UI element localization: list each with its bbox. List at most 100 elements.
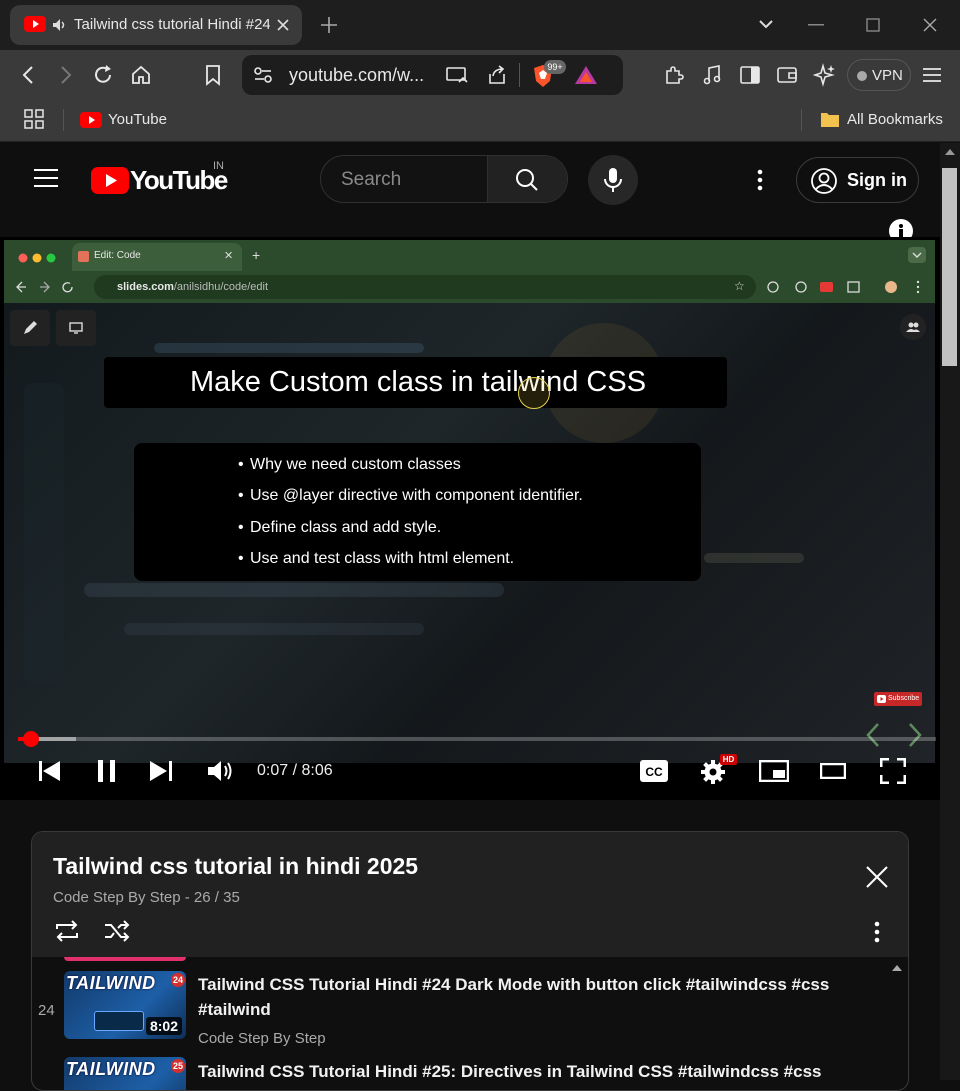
loop-playlist-icon[interactable] <box>53 919 81 943</box>
bookmark-icon[interactable] <box>204 64 222 86</box>
playlist-subtitle[interactable]: Code Step By Step - 26 / 35 <box>53 889 240 906</box>
guide-menu-icon[interactable] <box>33 168 59 188</box>
svg-text:CC: CC <box>645 765 663 779</box>
tab-title: Tailwind css tutorial Hindi #24 <box>74 16 270 33</box>
playlist-item[interactable]: 24 TAILWIND 24 8:02 Tailwind CSS Tutoria… <box>32 969 908 1049</box>
playlist-more-icon[interactable] <box>873 921 881 943</box>
tab-audio-icon[interactable] <box>51 17 67 33</box>
new-tab-icon[interactable] <box>320 16 338 34</box>
subscribe-label: Subscribe <box>888 695 920 702</box>
hd-badge: HD <box>720 754 737 765</box>
leo-ai-icon[interactable] <box>813 63 837 87</box>
close-playlist-icon[interactable] <box>865 865 889 889</box>
search-box[interactable]: Search <box>320 155 568 203</box>
slide-title-box: Make Custom class in tailwind CSS <box>104 357 727 408</box>
forward-icon[interactable] <box>58 66 74 84</box>
minimize-icon[interactable] <box>808 24 824 26</box>
theater-mode-icon[interactable] <box>820 763 846 779</box>
captions-icon[interactable]: CC <box>640 760 668 782</box>
search-button[interactable] <box>487 156 567 202</box>
playlist-item[interactable]: TAILWIND 25 Tailwind CSS Tutorial Hindi … <box>32 1057 908 1090</box>
search-input[interactable]: Search <box>341 169 401 191</box>
previous-video-icon[interactable] <box>39 761 61 781</box>
pause-icon[interactable] <box>97 760 117 782</box>
thumbnail-title: TAILWIND <box>66 1059 156 1079</box>
playlist-item-thumbnail[interactable]: TAILWIND 24 8:02 <box>64 971 186 1039</box>
settings-more-icon[interactable] <box>756 169 764 191</box>
progress-bar[interactable] <box>18 737 936 741</box>
shields-count-badge: 99+ <box>544 60 566 74</box>
next-video-icon[interactable] <box>150 761 172 781</box>
site-settings-icon[interactable] <box>253 66 273 84</box>
address-bar[interactable]: youtube.com/w... 99+ <box>242 55 623 95</box>
traffic-lights-icon <box>18 253 56 263</box>
menu-icon[interactable] <box>922 67 942 83</box>
video-player[interactable]: Edit: Code ✕ + slides.com/anilsidhu/code… <box>0 237 940 800</box>
inner-star-icon: ☆ <box>734 279 745 293</box>
playlist-item-thumbnail[interactable]: TAILWIND 25 <box>64 1057 186 1090</box>
url-text: youtube.com/w... <box>289 65 425 85</box>
browser-tab-bar: Tailwind css tutorial Hindi #24 <box>0 0 960 50</box>
volume-icon[interactable] <box>207 759 235 783</box>
fullscreen-icon[interactable] <box>880 758 906 784</box>
wallet-icon[interactable] <box>776 65 798 85</box>
time-display: 0:07 / 8:06 <box>257 762 333 779</box>
vpn-label: VPN <box>872 67 903 84</box>
window-close-icon[interactable] <box>923 18 937 32</box>
inner-nav-icons <box>16 281 73 293</box>
extensions-icon[interactable] <box>663 64 685 86</box>
vpn-button[interactable]: VPN <box>847 59 911 91</box>
slide-bullet: Use @layer directive with component iden… <box>238 487 583 505</box>
voice-search-button[interactable] <box>588 155 638 205</box>
playlist-item-title[interactable]: Tailwind CSS Tutorial Hindi #24 Dark Mod… <box>198 972 838 1022</box>
media-icon[interactable] <box>702 64 722 86</box>
maximize-icon[interactable] <box>866 18 880 32</box>
inner-tab-close-icon: ✕ <box>224 250 234 262</box>
scrollbar-thumb[interactable] <box>942 168 957 366</box>
inner-url-text: slides.com/anilsidhu/code/edit <box>117 281 269 293</box>
tab-search-chevron-icon[interactable] <box>758 18 774 30</box>
tab-close-icon[interactable] <box>276 18 290 32</box>
inner-tab-title: Edit: Code <box>94 250 141 261</box>
all-bookmarks-button[interactable]: All Bookmarks <box>820 110 945 132</box>
scroll-up-arrow-icon[interactable] <box>945 149 955 155</box>
back-icon[interactable] <box>20 66 36 84</box>
playlist-item-channel[interactable]: Code Step By Step <box>198 1030 326 1047</box>
subscribe-youtube-icon <box>877 695 886 703</box>
cast-icon[interactable] <box>445 65 469 85</box>
playlist-panel: Tailwind css tutorial in hindi 2025 Code… <box>31 831 909 1091</box>
home-icon[interactable] <box>130 64 152 86</box>
slide-present-icon <box>56 310 96 346</box>
shuffle-playlist-icon[interactable] <box>103 919 131 943</box>
browser-toolbar: youtube.com/w... 99+ VPN <box>0 50 960 100</box>
reload-icon[interactable] <box>92 64 114 86</box>
url-divider <box>519 63 520 87</box>
miniplayer-icon[interactable] <box>759 760 789 782</box>
slide-bullet: Define class and add style. <box>238 519 441 537</box>
sign-in-button[interactable]: Sign in <box>796 157 919 203</box>
thumbnail-number-badge: 24 <box>171 973 185 987</box>
sign-in-label: Sign in <box>847 170 907 190</box>
region-code: IN <box>213 160 224 172</box>
playlist-title[interactable]: Tailwind css tutorial in hindi 2025 <box>53 853 418 880</box>
previous-item-thumb-edge <box>64 957 186 961</box>
video-inner-tab: Edit: Code ✕ <box>72 243 242 271</box>
bookmark-youtube[interactable]: YouTube <box>80 110 180 132</box>
brave-rewards-icon[interactable] <box>574 65 598 85</box>
bookmarks-divider <box>63 109 64 131</box>
slides-favicon-icon <box>78 251 89 262</box>
slide-bullet: Use and test class with html element. <box>238 550 514 568</box>
inner-tab-dropdown-icon <box>908 247 926 263</box>
slide-title: Make Custom class in tailwind CSS <box>189 366 647 398</box>
playlist-item-title[interactable]: Tailwind CSS Tutorial Hindi #25: Directi… <box>198 1059 838 1084</box>
apps-grid-icon[interactable] <box>24 109 44 129</box>
youtube-logo[interactable]: YouTube IN <box>91 160 231 195</box>
inner-extension-icons <box>767 280 920 294</box>
share-icon[interactable] <box>486 64 508 86</box>
browser-tab[interactable]: Tailwind css tutorial Hindi #24 <box>10 5 302 45</box>
duration-badge: 8:02 <box>145 1017 182 1035</box>
all-bookmarks-label: All Bookmarks <box>847 111 943 128</box>
subscribe-watermark[interactable]: Subscribe <box>874 692 922 706</box>
sidebar-icon[interactable] <box>739 65 761 85</box>
playlist-item-index: 24 <box>38 1002 55 1019</box>
